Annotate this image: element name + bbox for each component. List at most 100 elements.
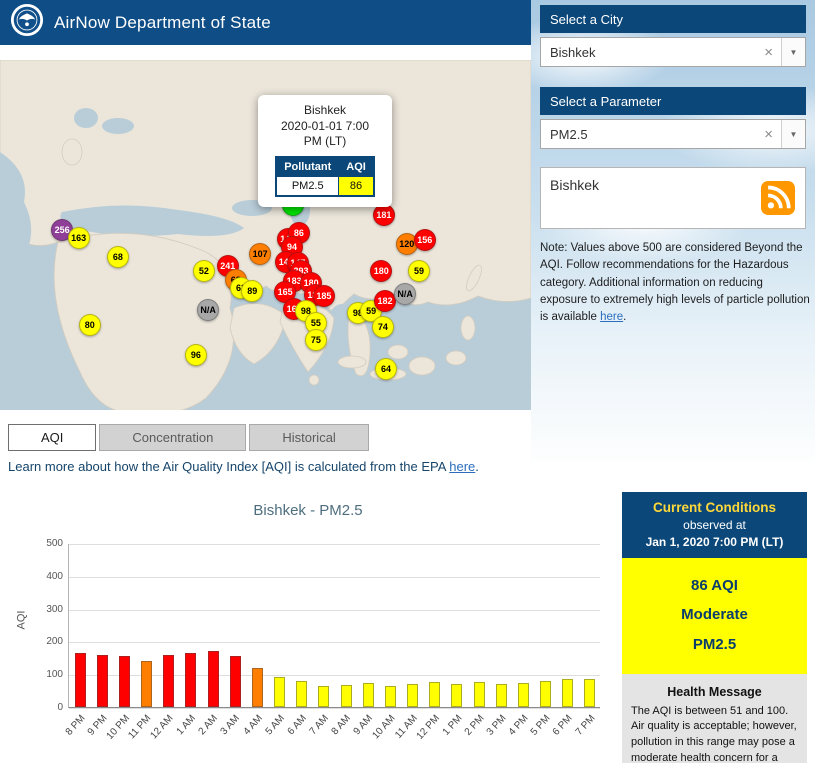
- aqi-bar-chart: Bishkek - PM2.5 AQI 01002003004005008 PM…: [8, 486, 608, 763]
- bar-6pm[interactable]: [562, 679, 573, 707]
- aqi-map-marker[interactable]: 74: [372, 316, 394, 338]
- city-select-value: Bishkek: [541, 45, 756, 60]
- aqi-value: 86 AQI: [630, 571, 799, 600]
- popup-aqi-value: 86: [339, 176, 374, 196]
- learn-more-line: Learn more about how the Air Quality Ind…: [8, 459, 479, 474]
- y-tick-label: 0: [31, 702, 63, 713]
- app-title: AirNow Department of State: [54, 13, 271, 33]
- chart-plot-area: 01002003004005008 PM9 PM10 PM11 PM12 AM1…: [68, 544, 600, 708]
- y-tick-label: 500: [31, 538, 63, 549]
- parameter-chevron-down-icon[interactable]: ▼: [781, 120, 805, 148]
- parameter-select-value: PM2.5: [541, 127, 756, 142]
- aqi-map-marker[interactable]: 185: [313, 285, 335, 307]
- current-conditions-panel: Current Conditions observed at Jan 1, 20…: [622, 492, 807, 763]
- y-tick-label: 400: [31, 571, 63, 582]
- aqi-parameter: PM2.5: [630, 630, 799, 659]
- select-city-header: Select a City: [540, 5, 806, 33]
- aqi-map-marker[interactable]: 182: [374, 290, 396, 312]
- gridline: [69, 642, 600, 643]
- feed-city-label: Bishkek: [550, 177, 796, 193]
- gridline: [69, 544, 600, 545]
- popup-city: Bishkek: [264, 103, 386, 119]
- aqi-map-marker[interactable]: 180: [370, 260, 392, 282]
- chart-title: Bishkek - PM2.5: [8, 486, 608, 519]
- popup-col-aqi: AQI: [339, 157, 374, 177]
- bar-8pm[interactable]: [75, 653, 86, 707]
- bar-5am[interactable]: [274, 677, 285, 707]
- bar-10am[interactable]: [385, 686, 396, 707]
- city-select[interactable]: Bishkek × ▼: [540, 37, 806, 67]
- rss-feed-icon[interactable]: [761, 181, 795, 215]
- note-here-link[interactable]: here: [600, 311, 623, 323]
- popup-pollutant-value: PM2.5: [276, 176, 339, 196]
- sky-background: [531, 0, 815, 462]
- learn-more-here-link[interactable]: here: [449, 459, 475, 474]
- aqi-map-marker[interactable]: 96: [185, 344, 207, 366]
- gridline: [69, 708, 600, 709]
- health-message-title: Health Message: [622, 685, 807, 699]
- aqi-world-map[interactable]: 256163688096N/A5224110768638914286941441…: [0, 60, 531, 410]
- tab-historical[interactable]: Historical: [249, 424, 368, 451]
- aqi-map-marker[interactable]: 107: [249, 243, 271, 265]
- bar-10pm[interactable]: [119, 656, 130, 707]
- y-axis-title: AQI: [15, 611, 27, 630]
- bar-2am[interactable]: [208, 651, 219, 707]
- gridline: [69, 610, 600, 611]
- select-parameter-header: Select a Parameter: [540, 87, 806, 115]
- popup-table: Pollutant AQI PM2.5 86: [275, 156, 375, 197]
- bar-7am[interactable]: [318, 686, 329, 707]
- aqi-map-marker[interactable]: 181: [373, 204, 395, 226]
- aqi-map-marker[interactable]: 59: [408, 260, 430, 282]
- bar-11am[interactable]: [407, 684, 418, 707]
- feed-box: Bishkek: [540, 167, 806, 229]
- city-clear-icon[interactable]: ×: [756, 44, 781, 61]
- gridline: [69, 577, 600, 578]
- bar-8am[interactable]: [341, 685, 352, 707]
- aqi-map-marker[interactable]: 68: [107, 246, 129, 268]
- bar-9pm[interactable]: [97, 655, 108, 707]
- bar-2pm[interactable]: [474, 682, 485, 707]
- current-conditions-header: Current Conditions observed at Jan 1, 20…: [622, 492, 807, 558]
- aqi-map-marker[interactable]: 64: [375, 358, 397, 380]
- tab-aqi[interactable]: AQI: [8, 424, 96, 451]
- aqi-map-marker[interactable]: 52: [193, 260, 215, 282]
- popup-datetime-2: PM (LT): [264, 134, 386, 150]
- observed-datetime: Jan 1, 2020 7:00 PM (LT): [628, 535, 801, 549]
- aqi-map-marker[interactable]: N/A: [197, 299, 219, 321]
- current-conditions-title: Current Conditions: [628, 500, 801, 515]
- aqi-map-marker[interactable]: 156: [414, 229, 436, 251]
- app-header: AirNow Department of State: [0, 0, 531, 45]
- parameter-clear-icon[interactable]: ×: [756, 126, 781, 143]
- bar-5pm[interactable]: [540, 681, 551, 707]
- airnow-page: AirNow Department of State: [0, 0, 815, 763]
- bar-1pm[interactable]: [451, 684, 462, 707]
- bar-11pm[interactable]: [141, 661, 152, 707]
- bar-1am[interactable]: [185, 653, 196, 707]
- aqi-map-marker[interactable]: 89: [241, 280, 263, 302]
- bar-4pm[interactable]: [518, 683, 529, 707]
- popup-datetime: 2020-01-01 7:00: [264, 119, 386, 135]
- map-popup: Bishkek 2020-01-01 7:00 PM (LT) Pollutan…: [258, 95, 392, 207]
- tab-concentration[interactable]: Concentration: [99, 424, 246, 451]
- bar-6am[interactable]: [296, 681, 307, 707]
- bar-3pm[interactable]: [496, 684, 507, 707]
- y-tick-label: 100: [31, 669, 63, 680]
- aqi-map-marker[interactable]: N/A: [394, 283, 416, 305]
- bar-12pm[interactable]: [429, 682, 440, 707]
- aqi-map-marker[interactable]: 75: [305, 329, 327, 351]
- bar-4am[interactable]: [252, 668, 263, 707]
- observed-at-label: observed at: [628, 518, 801, 532]
- y-tick-label: 300: [31, 604, 63, 615]
- bar-3am[interactable]: [230, 656, 241, 707]
- aqi-map-marker[interactable]: 163: [68, 227, 90, 249]
- health-message-text: The AQI is between 51 and 100. Air quali…: [622, 704, 807, 763]
- city-chevron-down-icon[interactable]: ▼: [781, 38, 805, 66]
- bar-12am[interactable]: [163, 655, 174, 707]
- aqi-map-marker[interactable]: 80: [79, 314, 101, 336]
- aqi-summary-box: 86 AQI Moderate PM2.5: [622, 558, 807, 674]
- popup-col-pollutant: Pollutant: [276, 157, 339, 177]
- parameter-select[interactable]: PM2.5 × ▼: [540, 119, 806, 149]
- bar-7pm[interactable]: [584, 679, 595, 707]
- aqi-category: Moderate: [630, 600, 799, 629]
- bar-9am[interactable]: [363, 683, 374, 707]
